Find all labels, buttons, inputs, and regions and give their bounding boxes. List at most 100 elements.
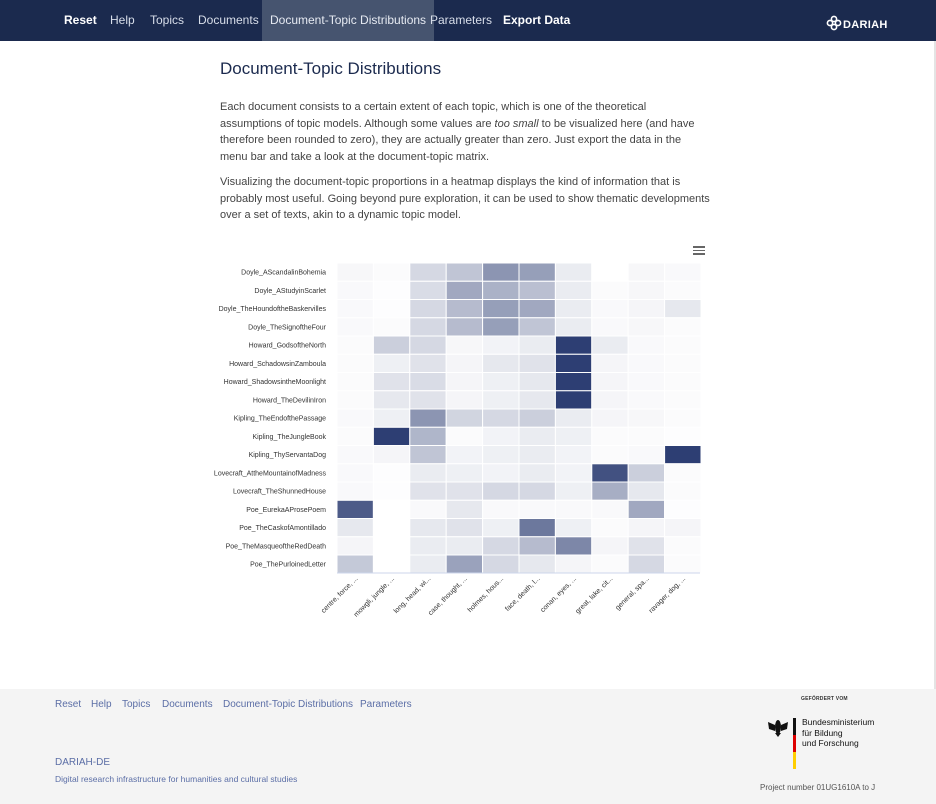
heatmap-cell[interactable] (554, 372, 593, 392)
heatmap-cell[interactable] (627, 372, 666, 392)
heatmap-cell[interactable] (627, 299, 666, 319)
footer-link-parameters[interactable]: Parameters (360, 699, 412, 710)
heatmap-cell[interactable] (627, 335, 666, 355)
heatmap-cell[interactable] (482, 481, 520, 501)
heatmap-cell[interactable] (409, 262, 447, 282)
heatmap-cell[interactable] (482, 280, 520, 301)
heatmap-cell[interactable] (445, 299, 484, 319)
dariah-logo[interactable]: DARIAH (826, 9, 888, 31)
heatmap-cell[interactable] (554, 262, 593, 282)
heatmap-cell[interactable] (336, 499, 374, 520)
heatmap-cell[interactable] (554, 335, 593, 355)
heatmap-cell[interactable] (627, 445, 666, 465)
heatmap-cell[interactable] (409, 353, 447, 374)
heatmap-cell[interactable] (664, 445, 702, 465)
heatmap-cell[interactable] (664, 536, 702, 556)
heatmap-cell[interactable] (591, 353, 629, 374)
heatmap-cell[interactable] (664, 499, 702, 520)
heatmap-cell[interactable] (336, 280, 374, 301)
footer-link-help[interactable]: Help (91, 699, 112, 710)
heatmap-cell[interactable] (554, 390, 593, 410)
heatmap-cell[interactable] (445, 390, 484, 410)
heatmap-cell[interactable] (664, 408, 702, 428)
heatmap-cell[interactable] (664, 426, 702, 447)
heatmap-cell[interactable] (554, 554, 593, 574)
footer-brand[interactable]: DARIAH-DE (55, 757, 110, 768)
heatmap-cell[interactable] (591, 518, 629, 538)
heatmap-cell[interactable] (409, 499, 447, 520)
heatmap-cell[interactable] (445, 408, 484, 428)
heatmap-cell[interactable] (664, 372, 702, 392)
heatmap-cell[interactable] (409, 335, 447, 355)
heatmap-cell[interactable] (627, 390, 666, 410)
heatmap-cell[interactable] (627, 262, 666, 282)
heatmap-cell[interactable] (591, 445, 629, 465)
heatmap-cell[interactable] (518, 317, 556, 337)
heatmap-cell[interactable] (482, 372, 520, 392)
heatmap-cell[interactable] (482, 335, 520, 355)
heatmap-cell[interactable] (518, 554, 556, 574)
heatmap-cell[interactable] (409, 317, 447, 337)
heatmap-cell[interactable] (627, 408, 666, 428)
heatmap-cell[interactable] (409, 445, 447, 465)
heatmap-cell[interactable] (409, 372, 447, 392)
heatmap-cell[interactable] (482, 463, 520, 483)
nav-parameters[interactable]: Parameters (430, 0, 492, 41)
heatmap-cell[interactable] (664, 335, 702, 355)
heatmap-cell[interactable] (482, 299, 520, 319)
heatmap-cell[interactable] (627, 554, 666, 574)
heatmap-cell[interactable] (372, 554, 411, 574)
heatmap-cell[interactable] (591, 280, 629, 301)
heatmap-cell[interactable] (664, 463, 702, 483)
heatmap-cell[interactable] (336, 353, 374, 374)
heatmap-cell[interactable] (445, 518, 484, 538)
nav-export-data[interactable]: Export Data (503, 0, 570, 41)
heatmap-cell[interactable] (445, 463, 484, 483)
heatmap-cell[interactable] (664, 554, 702, 574)
heatmap-cell[interactable] (372, 317, 411, 337)
heatmap-cell[interactable] (409, 554, 447, 574)
heatmap-cell[interactable] (409, 299, 447, 319)
heatmap-cell[interactable] (591, 408, 629, 428)
heatmap-cell[interactable] (591, 499, 629, 520)
heatmap-cell[interactable] (482, 536, 520, 556)
heatmap-cell[interactable] (482, 445, 520, 465)
heatmap-cell[interactable] (591, 390, 629, 410)
heatmap-cell[interactable] (664, 299, 702, 319)
footer-link-topics[interactable]: Topics (122, 699, 150, 710)
heatmap-cell[interactable] (336, 536, 374, 556)
heatmap-cell[interactable] (409, 390, 447, 410)
heatmap-cell[interactable] (518, 536, 556, 556)
heatmap-cell[interactable] (518, 463, 556, 483)
heatmap-cell[interactable] (445, 335, 484, 355)
heatmap-cell[interactable] (482, 554, 520, 574)
heatmap-cell[interactable] (372, 335, 411, 355)
heatmap-cell[interactable] (591, 335, 629, 355)
heatmap-cell[interactable] (627, 499, 666, 520)
heatmap-cell[interactable] (591, 299, 629, 319)
heatmap-cell[interactable] (336, 481, 374, 501)
heatmap-cell[interactable] (336, 317, 374, 337)
heatmap-cell[interactable] (336, 408, 374, 428)
nav-document-topic-distributions[interactable]: Document-Topic Distributions (262, 0, 435, 41)
heatmap-cell[interactable] (591, 262, 629, 282)
heatmap-cell[interactable] (518, 518, 556, 538)
heatmap-cell[interactable] (409, 518, 447, 538)
heatmap-cell[interactable] (372, 481, 411, 501)
heatmap-cell[interactable] (336, 390, 374, 410)
heatmap-cell[interactable] (409, 280, 447, 301)
heatmap-cell[interactable] (482, 262, 520, 282)
heatmap-cell[interactable] (445, 280, 484, 301)
heatmap-cell[interactable] (372, 445, 411, 465)
heatmap-cell[interactable] (445, 554, 484, 574)
heatmap-cell[interactable] (518, 481, 556, 501)
heatmap-cell[interactable] (554, 536, 593, 556)
heatmap-cell[interactable] (482, 518, 520, 538)
nav-help[interactable]: Help (110, 0, 135, 41)
heatmap-cell[interactable] (445, 372, 484, 392)
nav-topics[interactable]: Topics (150, 0, 184, 41)
heatmap-cell[interactable] (554, 481, 593, 501)
heatmap-cell[interactable] (409, 463, 447, 483)
heatmap-cell[interactable] (627, 463, 666, 483)
heatmap-cell[interactable] (372, 408, 411, 428)
